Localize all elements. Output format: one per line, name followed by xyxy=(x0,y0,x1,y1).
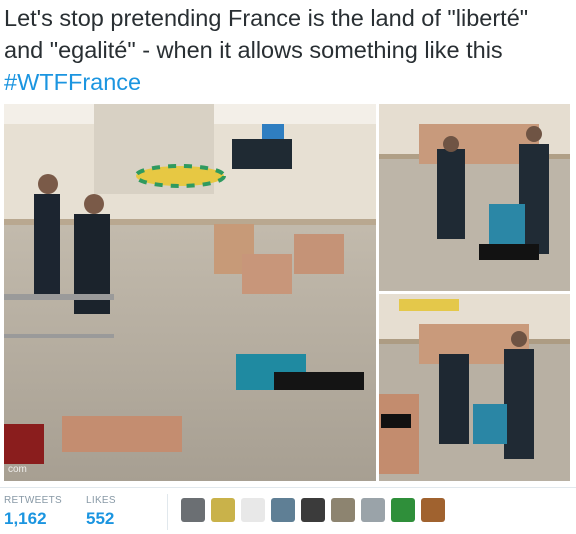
liker-avatar-8[interactable] xyxy=(391,498,415,522)
liker-avatar-4[interactable] xyxy=(271,498,295,522)
liker-avatar-6[interactable] xyxy=(331,498,355,522)
liker-avatar-3[interactable] xyxy=(241,498,265,522)
liker-avatar-9[interactable] xyxy=(421,498,445,522)
tweet-text-body: Let's stop pretending France is the land… xyxy=(4,5,529,63)
photo-watermark: com xyxy=(8,464,27,475)
retweets-stat[interactable]: RETWEETS 1,162 xyxy=(4,495,62,529)
likes-label: LIKES xyxy=(86,495,116,506)
liker-avatar-2[interactable] xyxy=(211,498,235,522)
beach-photo-bottom-right[interactable] xyxy=(379,294,570,481)
stats-vertical-divider xyxy=(167,494,168,530)
likes-stat[interactable]: LIKES 552 xyxy=(86,495,116,529)
liker-avatar-5[interactable] xyxy=(301,498,325,522)
retweets-count: 1,162 xyxy=(4,509,47,528)
retweets-label: RETWEETS xyxy=(4,495,62,506)
tweet-media-grid: com xyxy=(4,104,570,481)
likes-count: 552 xyxy=(86,509,115,528)
tweet-text: Let's stop pretending France is the land… xyxy=(4,2,570,98)
liker-avatar-7[interactable] xyxy=(361,498,385,522)
beach-photo-top-right[interactable] xyxy=(379,104,570,291)
stats-divider xyxy=(0,487,576,488)
hashtag-link[interactable]: #WTFFrance xyxy=(4,69,141,95)
beach-photo-large[interactable]: com xyxy=(4,104,376,481)
liker-avatar-1[interactable] xyxy=(181,498,205,522)
